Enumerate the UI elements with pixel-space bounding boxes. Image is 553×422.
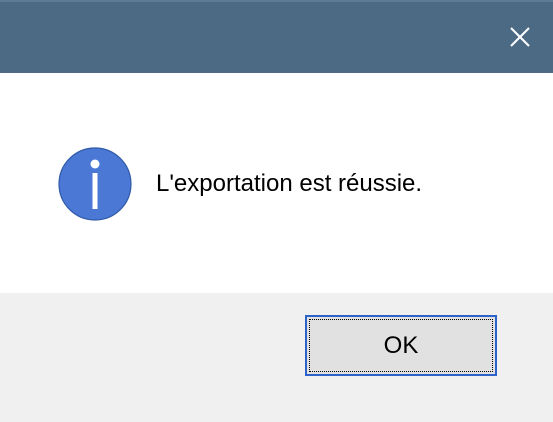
dialog-footer: OK (0, 293, 553, 422)
info-icon (58, 147, 132, 221)
title-bar (0, 0, 553, 73)
message-dialog: L'exportation est réussie. OK (0, 0, 553, 422)
close-button[interactable] (487, 0, 553, 73)
title-bar-edge (0, 0, 553, 2)
ok-button-label: OK (383, 331, 419, 359)
dialog-message: L'exportation est réussie. (156, 170, 423, 197)
close-icon (510, 26, 530, 47)
dialog-content: L'exportation est réussie. (0, 73, 553, 293)
ok-button[interactable]: OK (305, 315, 497, 376)
